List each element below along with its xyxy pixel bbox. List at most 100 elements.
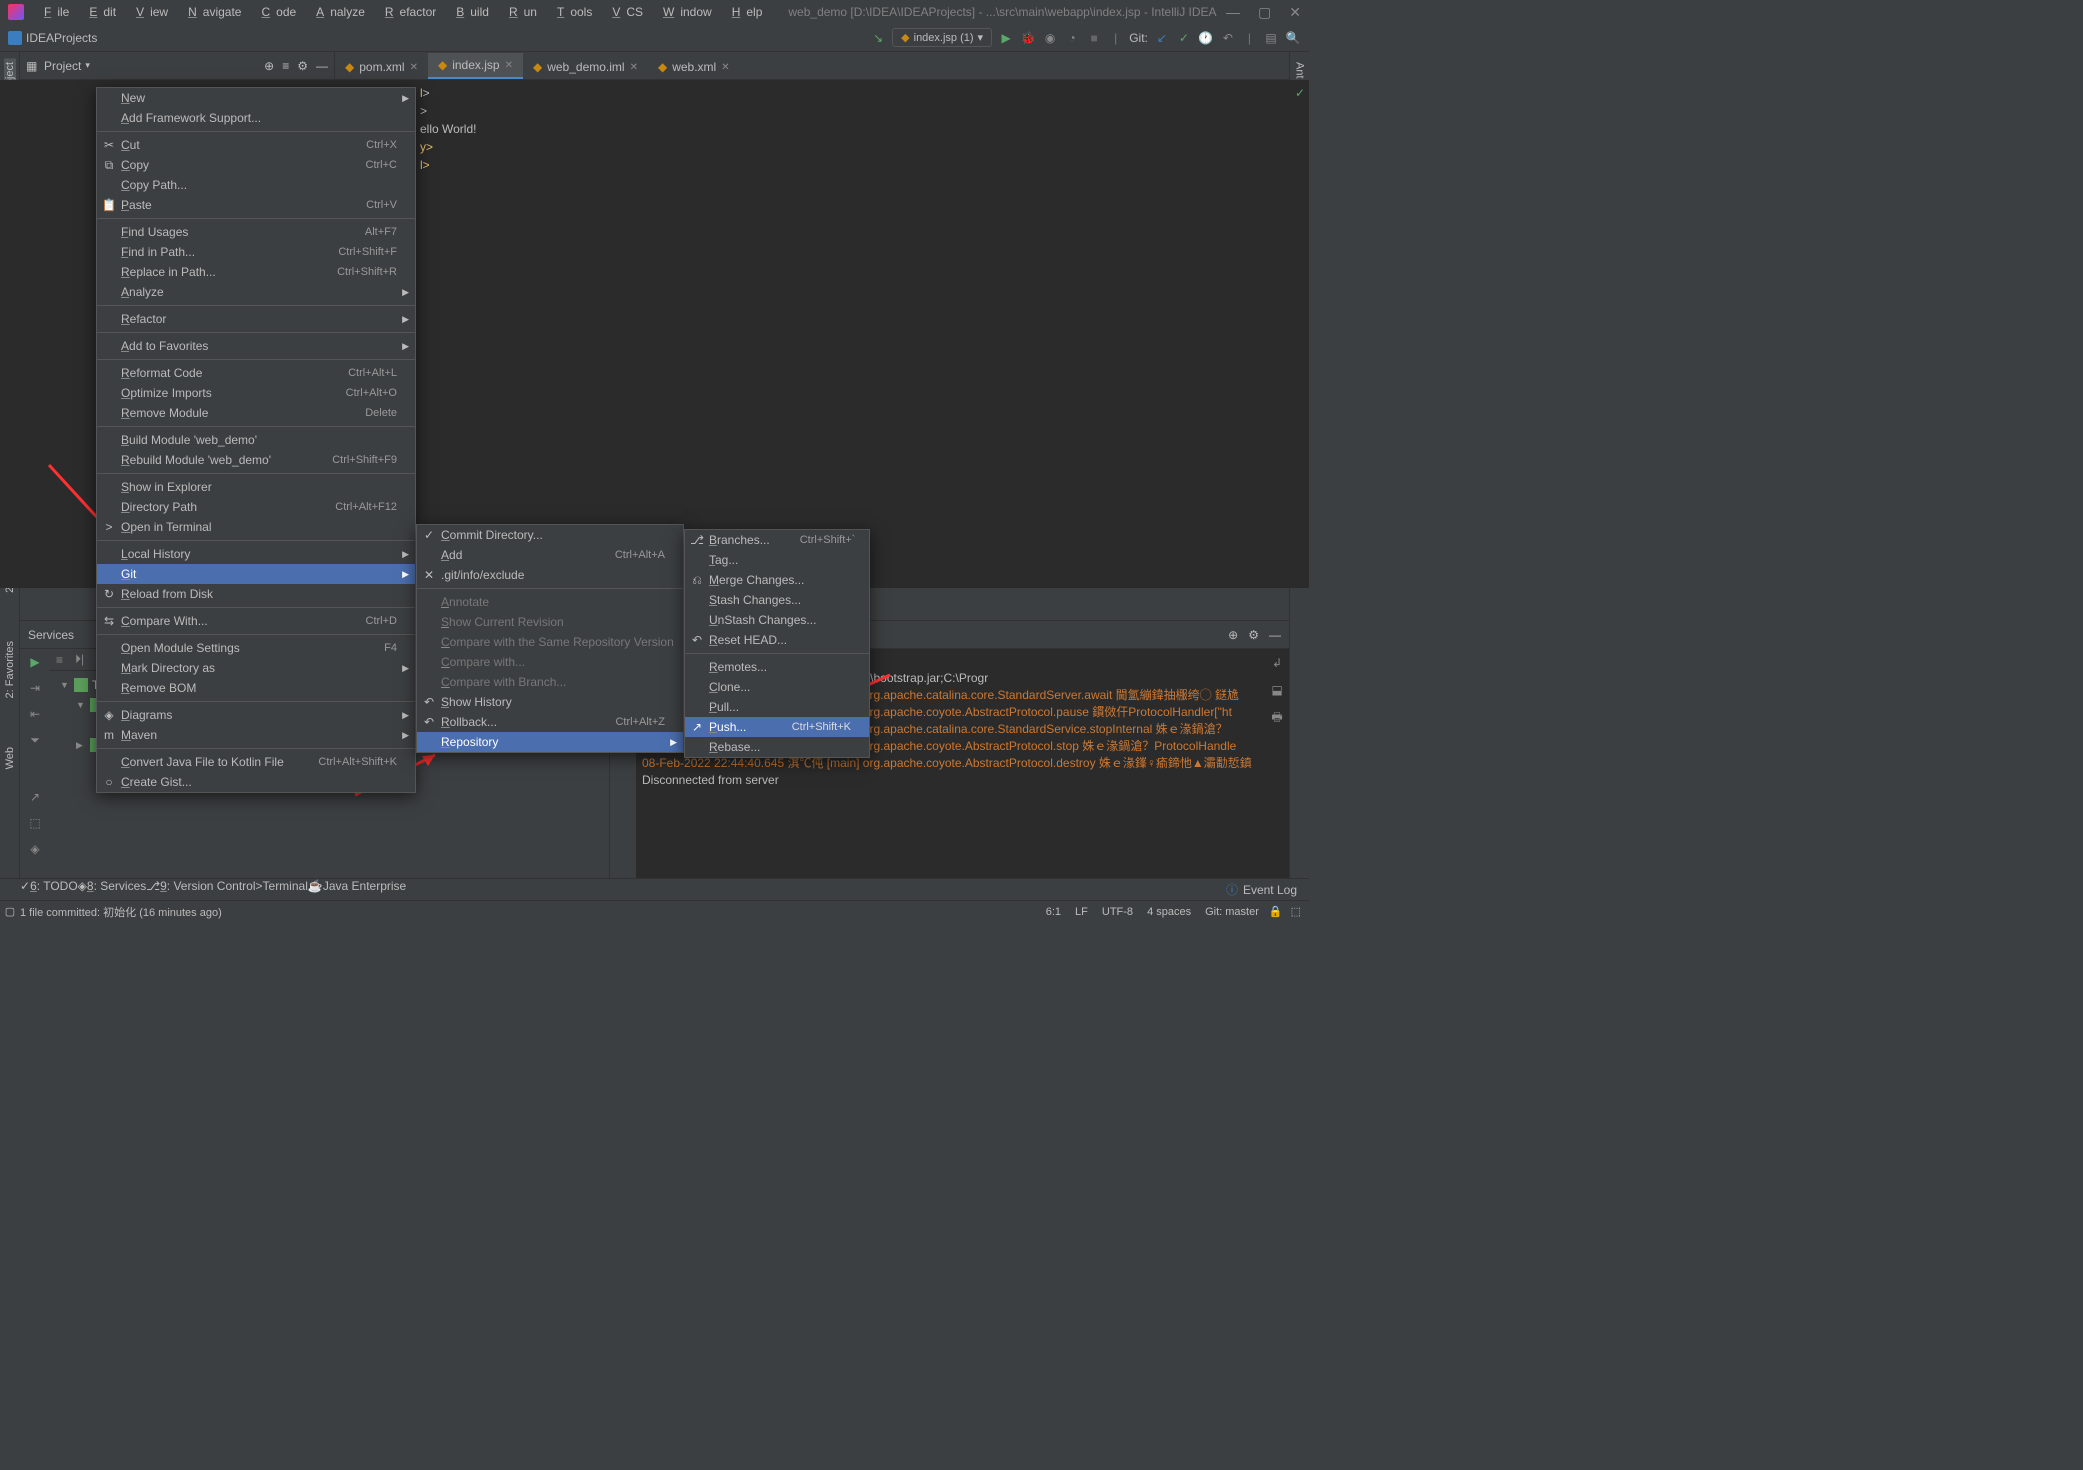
status-lf[interactable]: LF (1075, 906, 1088, 918)
menu-item-pull[interactable]: Pull... (685, 697, 869, 717)
menu-help[interactable]: Help (720, 3, 769, 21)
event-log-label[interactable]: Event Log (1243, 883, 1297, 897)
breadcrumb[interactable]: IDEAProjects (8, 31, 97, 45)
lock-icon[interactable]: 🔒 (1269, 905, 1291, 918)
target-icon[interactable]: ⊕ (1228, 628, 1238, 642)
menu-item-unstash-changes[interactable]: UnStash Changes... (685, 610, 869, 630)
filter-icon[interactable]: ⇤ (30, 707, 40, 721)
menu-item-copy-path[interactable]: Copy Path... (97, 175, 415, 195)
menu-item-show-in-explorer[interactable]: Show in Explorer (97, 477, 415, 497)
menu-item-rebase[interactable]: Rebase... (685, 737, 869, 757)
menu-vcs[interactable]: VCS (600, 3, 649, 21)
menu-code[interactable]: Code (249, 3, 302, 21)
editor-tab-pom-xml[interactable]: ◆pom.xml✕ (335, 55, 428, 79)
menu-item-reset-head[interactable]: ↶Reset HEAD... (685, 630, 869, 650)
menu-item-replace-in-path[interactable]: Replace in Path...Ctrl+Shift+R (97, 262, 415, 282)
coverage-icon[interactable]: ◉ (1042, 30, 1058, 46)
settings-icon[interactable]: ⚙ (1248, 628, 1259, 642)
menu-item-rebuild-module-web-demo[interactable]: Rebuild Module 'web_demo'Ctrl+Shift+F9 (97, 450, 415, 470)
status-4-spaces[interactable]: 4 spaces (1147, 906, 1191, 918)
project-structure-icon[interactable]: ▤ (1263, 30, 1279, 46)
close-icon[interactable]: ✕ (1289, 4, 1301, 21)
menu-analyze[interactable]: Analyze (304, 3, 371, 21)
expand-all-icon[interactable]: ≡ (282, 59, 289, 73)
menu-item-new[interactable]: New▶ (97, 88, 415, 108)
editor-tab-web_demo-iml[interactable]: ◆web_demo.iml✕ (523, 55, 648, 79)
menu-item-merge-changes[interactable]: ⎌Merge Changes... (685, 570, 869, 590)
menu-item-push[interactable]: ↗Push...Ctrl+Shift+K (685, 717, 869, 737)
menu-item-repository[interactable]: Repository▶ (417, 732, 683, 752)
debug-icon[interactable]: 🐞 (1020, 30, 1036, 46)
menu-item-mark-directory-as[interactable]: Mark Directory as▶ (97, 658, 415, 678)
menu-item-directory-path[interactable]: Directory PathCtrl+Alt+F12 (97, 497, 415, 517)
editor-tab-index-jsp[interactable]: ◆index.jsp✕ (428, 53, 523, 79)
git-update-icon[interactable]: ↙ (1154, 30, 1170, 46)
menu-item-remove-module[interactable]: Remove ModuleDelete (97, 403, 415, 423)
menu-item-maven[interactable]: mMaven▶ (97, 725, 415, 745)
chevron-down-icon[interactable]: ▾ (85, 60, 90, 71)
status-git-master[interactable]: Git: master (1205, 906, 1259, 918)
menu-item-reformat-code[interactable]: Reformat CodeCtrl+Alt+L (97, 363, 415, 383)
menu-item-rollback[interactable]: ↶Rollback...Ctrl+Alt+Z (417, 712, 683, 732)
menu-item-convert-java-file-to-kotlin-file[interactable]: Convert Java File to Kotlin FileCtrl+Alt… (97, 752, 415, 772)
menu-item-git[interactable]: Git▶ (97, 564, 415, 584)
toolwindow-tab-java-enterprise[interactable]: ☕Java Enterprise (308, 879, 406, 900)
tab-ant[interactable]: Ant (1294, 58, 1306, 83)
menu-item-git-info-exclude[interactable]: ✕.git/info/exclude (417, 565, 683, 585)
print-icon[interactable]: 🖶 (1271, 709, 1282, 726)
menu-item-tag[interactable]: Tag... (685, 550, 869, 570)
toolwindow-tab-6-todo[interactable]: ✓6: TODO (20, 879, 78, 900)
hammer-icon[interactable]: ↘ (870, 30, 886, 46)
menu-item-compare-with[interactable]: ⇆Compare With...Ctrl+D (97, 611, 415, 631)
menu-item-stash-changes[interactable]: Stash Changes... (685, 590, 869, 610)
menu-item-analyze[interactable]: Analyze▶ (97, 282, 415, 302)
search-icon[interactable]: 🔍 (1285, 30, 1301, 46)
hide-icon[interactable]: — (1269, 628, 1281, 642)
filter2-icon[interactable]: ⏷ (30, 733, 40, 748)
menu-item-add-to-favorites[interactable]: Add to Favorites▶ (97, 336, 415, 356)
menu-item-remove-bom[interactable]: Remove BOM (97, 678, 415, 698)
tree-icon[interactable]: ⇥ (30, 681, 40, 695)
menu-edit[interactable]: Edit (77, 3, 122, 21)
tree-view-icon[interactable]: ≡ (56, 653, 63, 667)
toolwindow-tab-8-services[interactable]: ◈8: Services (78, 879, 147, 900)
menu-item-diagrams[interactable]: ◈Diagrams▶ (97, 705, 415, 725)
menu-item-local-history[interactable]: Local History▶ (97, 544, 415, 564)
minimize-icon[interactable]: — (1226, 4, 1240, 21)
select-opened-icon[interactable]: ⊕ (264, 59, 274, 73)
git-commit-icon[interactable]: ✓ (1176, 30, 1192, 46)
settings-icon[interactable]: ⚙ (297, 59, 308, 73)
menu-item-copy[interactable]: ⧉CopyCtrl+C (97, 155, 415, 175)
git-rollback-icon[interactable]: ↶ (1220, 30, 1236, 46)
menu-item-paste[interactable]: 📋PasteCtrl+V (97, 195, 415, 215)
menu-item-show-history[interactable]: ↶Show History (417, 692, 683, 712)
menu-file[interactable]: File (32, 3, 75, 21)
link-icon[interactable]: ↗ (30, 790, 40, 804)
menu-navigate[interactable]: Navigate (176, 3, 247, 21)
menu-item-find-in-path[interactable]: Find in Path...Ctrl+Shift+F (97, 242, 415, 262)
hide-icon[interactable]: — (316, 59, 328, 73)
menu-refactor[interactable]: Refactor (373, 3, 442, 21)
menu-item-refactor[interactable]: Refactor▶ (97, 309, 415, 329)
menu-item-clone[interactable]: Clone... (685, 677, 869, 697)
menu-item-remotes[interactable]: Remotes... (685, 657, 869, 677)
menu-item-cut[interactable]: ✂CutCtrl+X (97, 135, 415, 155)
editor-tab-web-xml[interactable]: ◆web.xml✕ (648, 55, 740, 79)
status-toggle-icon[interactable]: ▢ (0, 905, 20, 918)
menu-build[interactable]: Build (444, 3, 495, 21)
run-configuration[interactable]: ◆ index.jsp (1) ▾ (892, 28, 992, 47)
toolwindow-tab-9-version-control[interactable]: ⎇9: Version Control (146, 879, 255, 900)
status-6-1[interactable]: 6:1 (1046, 906, 1061, 918)
run-icon[interactable]: ▶ (998, 30, 1014, 46)
menu-item-create-gist[interactable]: ○Create Gist... (97, 772, 415, 792)
run-icon[interactable]: ▶ (30, 655, 39, 669)
menu-item-branches[interactable]: ⎇Branches...Ctrl+Shift+` (685, 530, 869, 550)
menu-run[interactable]: Run (497, 3, 543, 21)
soft-wrap-icon[interactable]: ↲ (1272, 655, 1282, 672)
menu-item-add-framework-support[interactable]: Add Framework Support... (97, 108, 415, 128)
menu-item-commit-directory[interactable]: ✓Commit Directory... (417, 525, 683, 545)
tab-web[interactable]: Web (4, 743, 16, 773)
filter-icon[interactable]: ⏵| (75, 652, 84, 667)
status-utf-8[interactable]: UTF-8 (1102, 906, 1133, 918)
tab-favorites[interactable]: 2: Favorites (4, 637, 16, 702)
